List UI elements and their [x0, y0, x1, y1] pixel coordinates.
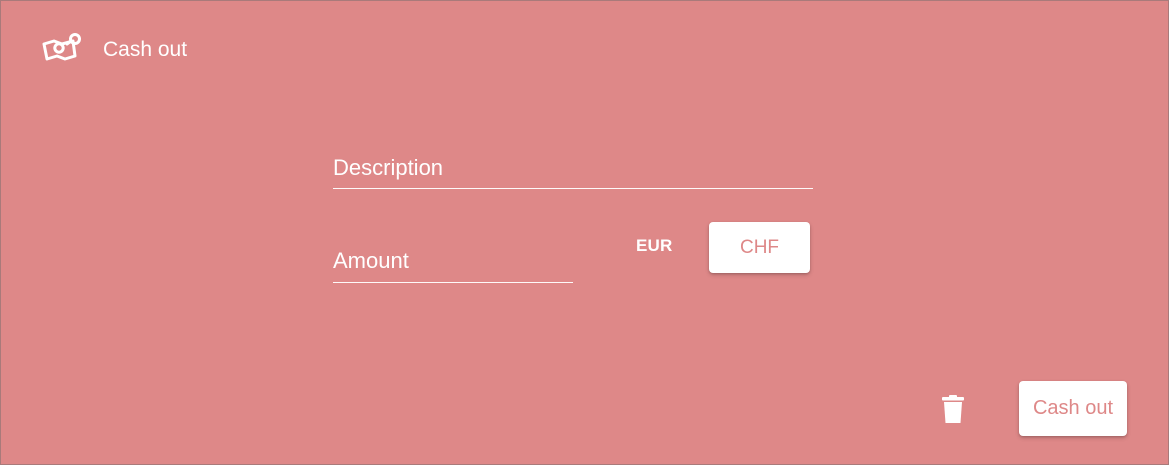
- description-field[interactable]: [333, 155, 813, 189]
- amount-input[interactable]: [333, 248, 573, 274]
- money-transfer-icon: [42, 33, 81, 61]
- currency-label: EUR: [636, 236, 673, 255]
- cash-out-panel: Cash out EUR CHF Cash out: [0, 0, 1169, 465]
- trash-icon[interactable]: [940, 394, 966, 424]
- currency-chf-button[interactable]: CHF: [709, 222, 810, 273]
- panel-title: Cash out: [103, 37, 188, 61]
- panel-header: Cash out: [41, 33, 187, 65]
- cash-out-button[interactable]: Cash out: [1019, 381, 1127, 436]
- amount-field[interactable]: [333, 248, 573, 283]
- description-input[interactable]: [333, 155, 813, 181]
